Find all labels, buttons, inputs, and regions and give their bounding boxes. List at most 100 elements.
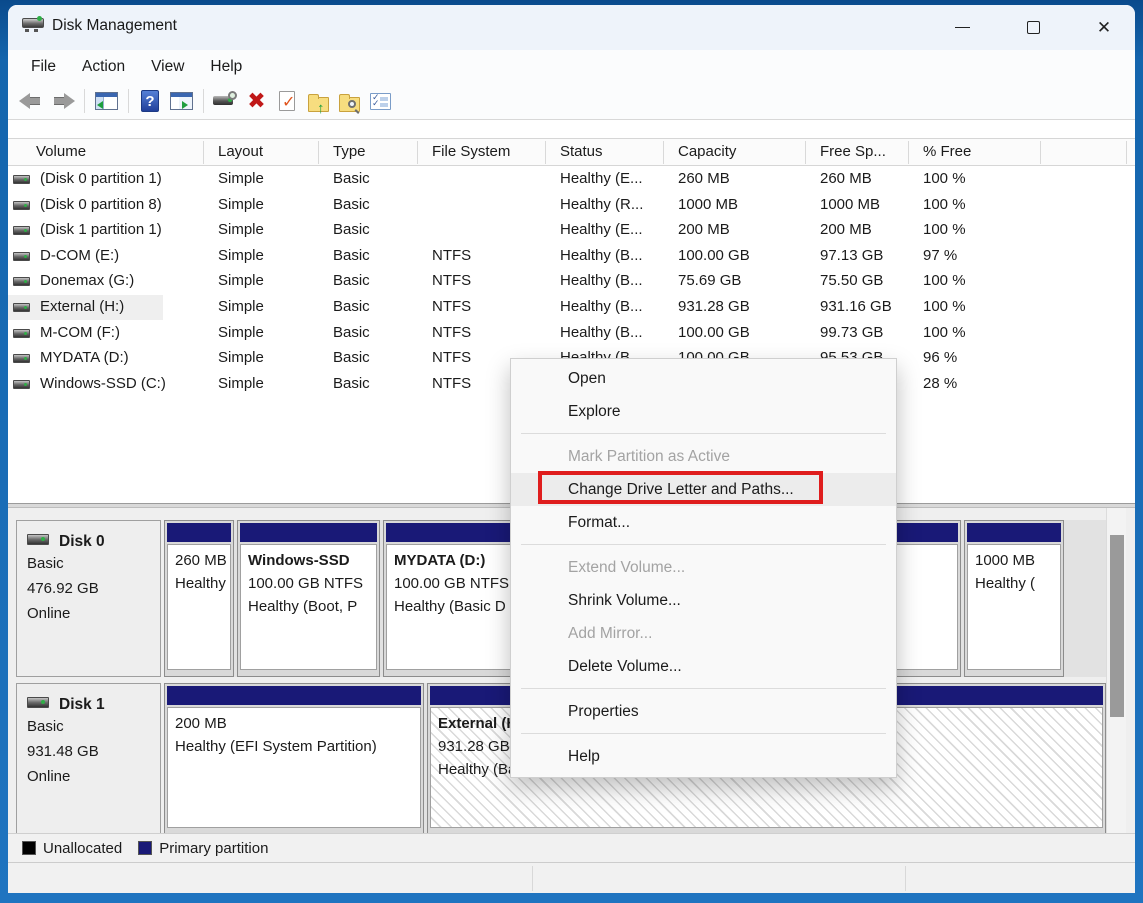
volume-icon [13, 201, 30, 210]
table-row[interactable]: (Disk 1 partition 1)SimpleBasicHealthy (… [8, 218, 1135, 244]
primary-partition-band [386, 523, 523, 542]
cell-layout: Simple [218, 272, 264, 289]
column-header-status[interactable]: Status [560, 143, 603, 160]
partition-mydata-d[interactable]: MYDATA (D:)100.00 GB NTFSHealthy (Basic … [383, 520, 526, 677]
statusbar-divider [905, 866, 906, 891]
menu-item-properties[interactable]: Properties [511, 695, 896, 728]
check-disk-icon[interactable]: ✓ [274, 88, 301, 115]
toolbar-separator [128, 89, 129, 113]
table-row[interactable]: M-COM (F:)SimpleBasicNTFSHealthy (B...10… [8, 321, 1135, 347]
cell-pct: 100 % [923, 272, 966, 289]
cell-volume: (Disk 0 partition 8) [40, 196, 162, 213]
column-separator[interactable] [1040, 141, 1041, 164]
minimize-button[interactable] [939, 12, 985, 43]
column-separator[interactable] [1126, 141, 1127, 164]
table-row[interactable]: (Disk 0 partition 8)SimpleBasicHealthy (… [8, 193, 1135, 219]
menu-item-delete-volume[interactable]: Delete Volume... [511, 650, 896, 683]
table-row[interactable]: (Disk 0 partition 1)SimpleBasicHealthy (… [8, 167, 1135, 193]
column-separator[interactable] [663, 141, 664, 164]
cell-free: 75.50 GB [820, 272, 883, 289]
table-row[interactable]: D-COM (E:)SimpleBasicNTFSHealthy (B...10… [8, 244, 1135, 270]
disk-size: 931.48 GB [27, 739, 150, 764]
column-separator[interactable] [805, 141, 806, 164]
menu-item-open[interactable]: Open [511, 362, 896, 395]
volume-icon [13, 354, 30, 363]
cell-free: 97.13 GB [820, 247, 883, 264]
disk-kind: Basic [27, 714, 150, 739]
column-separator[interactable] [417, 141, 418, 164]
cell-status: Healthy (B... [560, 324, 643, 341]
close-icon: ✕ [1097, 19, 1111, 36]
table-row[interactable]: Donemax (G:)SimpleBasicNTFSHealthy (B...… [8, 269, 1135, 295]
menu-separator [511, 539, 896, 551]
column-header-free-sp-[interactable]: Free Sp... [820, 143, 886, 160]
toolbar-separator [203, 89, 204, 113]
column-separator[interactable] [203, 141, 204, 164]
volume-icon [13, 303, 30, 312]
column-header-volume[interactable]: Volume [36, 143, 86, 160]
column-header-layout[interactable]: Layout [218, 143, 263, 160]
properties-icon[interactable] [367, 88, 394, 115]
volume-icon [13, 175, 30, 184]
column-header-capacity[interactable]: Capacity [678, 143, 736, 160]
column-separator[interactable] [318, 141, 319, 164]
cell-volume: (Disk 0 partition 1) [40, 170, 162, 187]
column-separator[interactable] [545, 141, 546, 164]
cell-fs: NTFS [432, 272, 471, 289]
vertical-scrollbar[interactable] [1106, 508, 1126, 833]
cell-volume: External (H:) [40, 298, 124, 315]
partition-detail: Healthy (EFI System Partition) [175, 735, 413, 758]
disk-kind: Basic [27, 551, 150, 576]
cell-fs: NTFS [432, 375, 471, 392]
back-icon[interactable] [18, 88, 45, 115]
menu-file[interactable]: File [18, 54, 69, 80]
column-header-type[interactable]: Type [333, 143, 366, 160]
folder-search-icon[interactable] [336, 88, 363, 115]
legend-bar: UnallocatedPrimary partition [8, 833, 1135, 862]
rescan-disks-icon[interactable] [212, 88, 239, 115]
menu-help[interactable]: Help [197, 54, 255, 80]
help-icon[interactable]: ? [137, 88, 164, 115]
delete-icon[interactable]: ✖ [243, 88, 270, 115]
partition-content: Windows-SSD100.00 GB NTFSHealthy (Boot, … [240, 544, 377, 670]
column-header-file-system[interactable]: File System [432, 143, 510, 160]
cell-fs: NTFS [432, 349, 471, 366]
action-pane-icon[interactable] [168, 88, 195, 115]
maximize-button[interactable] [1010, 12, 1056, 43]
status-bar [8, 862, 1135, 893]
menu-bar: FileActionViewHelp [8, 50, 1135, 83]
menu-item-shrink-volume[interactable]: Shrink Volume... [511, 584, 896, 617]
toolbar-separator [84, 89, 85, 113]
partition[interactable]: 200 MBHealthy (EFI System Partition) [164, 683, 424, 835]
menu-item-format[interactable]: Format... [511, 506, 896, 539]
disk-state: Online [27, 764, 150, 789]
cell-type: Basic [333, 324, 370, 341]
folder-up-icon[interactable]: ↑ [305, 88, 332, 115]
partition-detail: 100.00 GB NTFS [394, 572, 515, 595]
menu-action[interactable]: Action [69, 54, 138, 80]
annotation-red-box [538, 471, 823, 504]
close-button[interactable]: ✕ [1081, 12, 1127, 43]
table-row[interactable]: External (H:)SimpleBasicNTFSHealthy (B..… [8, 295, 1135, 321]
cell-layout: Simple [218, 196, 264, 213]
cell-status: Healthy (E... [560, 221, 643, 238]
volume-icon [13, 277, 30, 286]
disk-0-info[interactable]: Disk 0 Basic 476.92 GB Online [16, 520, 161, 677]
console-tree-icon[interactable] [93, 88, 120, 115]
cell-pct: 100 % [923, 170, 966, 187]
disk-1-info[interactable]: Disk 1 Basic 931.48 GB Online [16, 683, 161, 835]
cell-status: Healthy (R... [560, 196, 643, 213]
partition[interactable]: 260 MBHealthy ( [164, 520, 234, 677]
menu-view[interactable]: View [138, 54, 197, 80]
column-header--free[interactable]: % Free [923, 143, 971, 160]
forward-icon[interactable] [49, 88, 76, 115]
menu-item-help[interactable]: Help [511, 740, 896, 773]
menu-item-explore[interactable]: Explore [511, 395, 896, 428]
partition[interactable]: 1000 MBHealthy ( [964, 520, 1064, 677]
scrollbar-thumb[interactable] [1110, 535, 1124, 717]
column-separator[interactable] [908, 141, 909, 164]
cell-pct: 97 % [923, 247, 957, 264]
partition-name: MYDATA (D:) [394, 549, 515, 572]
disk-state: Online [27, 601, 150, 626]
partition-windows-ssd[interactable]: Windows-SSD100.00 GB NTFSHealthy (Boot, … [237, 520, 380, 677]
